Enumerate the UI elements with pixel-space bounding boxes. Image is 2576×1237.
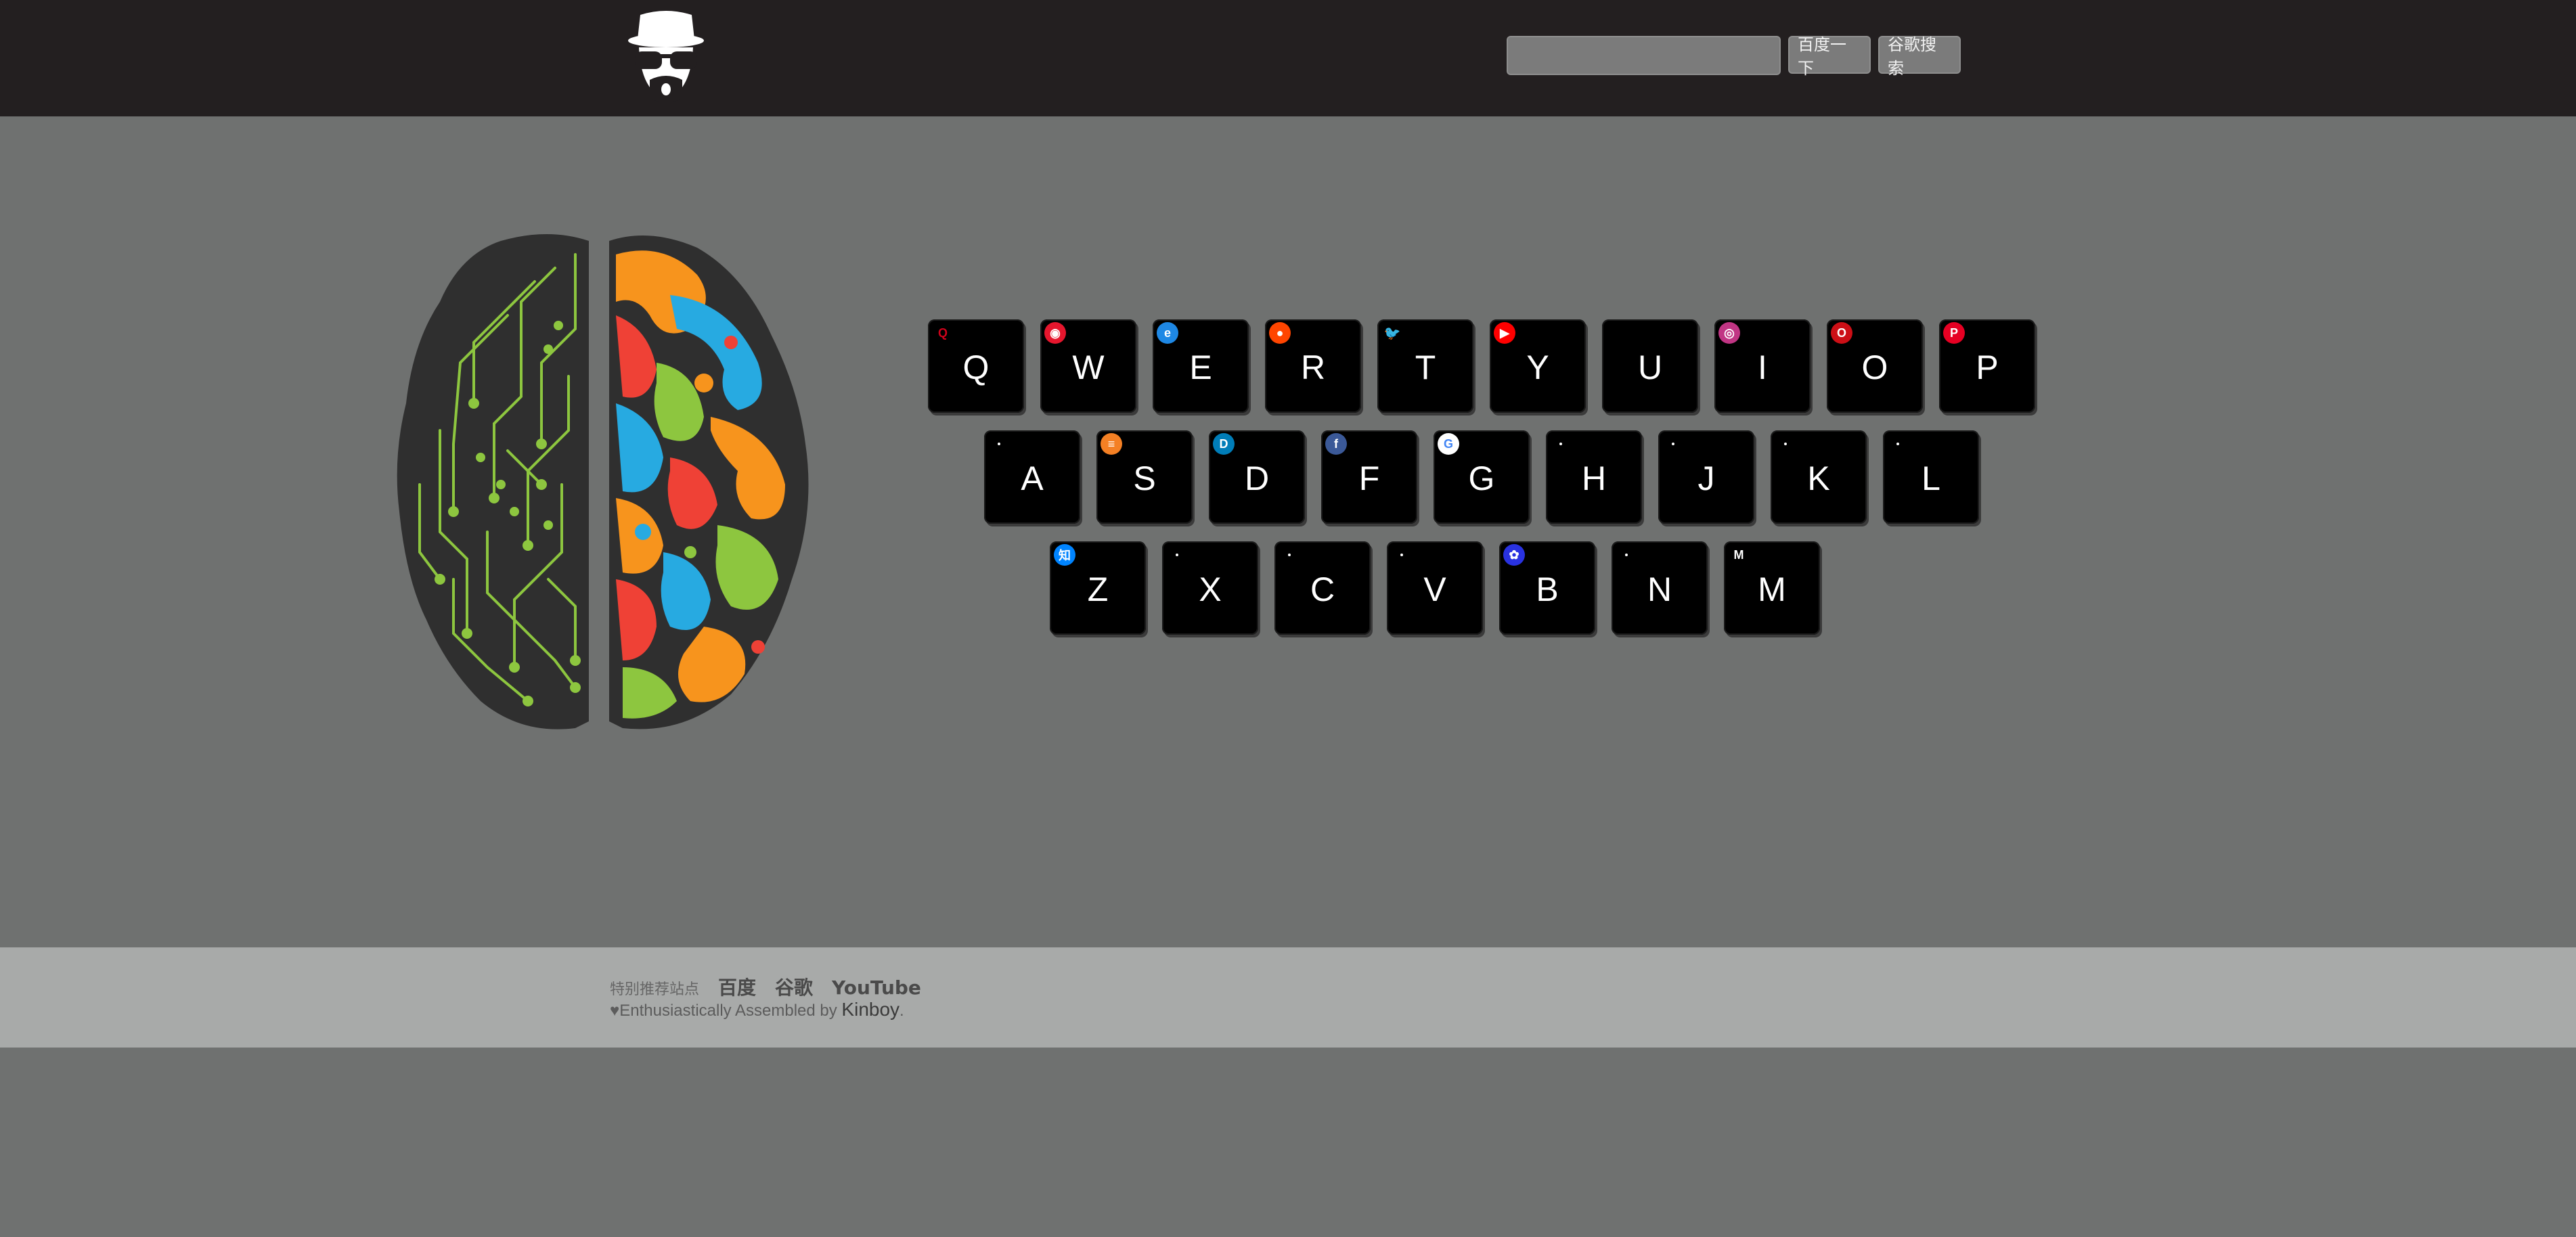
dot-icon bbox=[988, 433, 1010, 455]
facebook-icon: f bbox=[1325, 433, 1347, 455]
dell-icon: D bbox=[1213, 433, 1235, 455]
key-k[interactable]: K bbox=[1771, 430, 1867, 524]
dot-icon bbox=[1662, 433, 1684, 455]
key-letter: C bbox=[1310, 570, 1335, 608]
key-letter: Q bbox=[962, 348, 990, 386]
dot-icon bbox=[1775, 433, 1796, 455]
key-u[interactable]: U bbox=[1602, 319, 1698, 413]
key-letter: I bbox=[1758, 348, 1767, 386]
dot-icon bbox=[1887, 433, 1909, 455]
key-letter: X bbox=[1199, 570, 1222, 608]
stackoverflow-icon: ≡ bbox=[1101, 433, 1122, 455]
qq-icon: Q bbox=[937, 325, 948, 340]
footer-link-baidu[interactable]: 百度 bbox=[718, 973, 756, 1000]
key-h[interactable]: H bbox=[1546, 430, 1642, 524]
e-icon: e bbox=[1157, 322, 1178, 344]
pinterest-icon: P bbox=[1943, 322, 1965, 344]
blank-icon bbox=[1606, 322, 1628, 344]
key-j[interactable]: J bbox=[1658, 430, 1754, 524]
key-p[interactable]: PP bbox=[1939, 319, 2035, 413]
key-letter: N bbox=[1647, 570, 1672, 608]
key-letter: B bbox=[1536, 570, 1559, 608]
opera-icon: O bbox=[1831, 322, 1852, 344]
recommended-sites: 特别推荐站点 百度 谷歌 YouTube bbox=[610, 973, 921, 1000]
baidu-icon: ✿ bbox=[1503, 544, 1525, 566]
key-w[interactable]: ◉ W bbox=[1040, 319, 1136, 413]
footer-link-google[interactable]: 谷歌 bbox=[775, 973, 813, 1000]
recommended-label: 特别推荐站点 bbox=[610, 981, 700, 998]
medium-icon: M bbox=[1733, 547, 1744, 562]
dot-icon bbox=[1279, 544, 1300, 566]
key-c[interactable]: C bbox=[1274, 541, 1371, 635]
key-letter: M bbox=[1758, 570, 1786, 608]
weibo-icon: ◉ bbox=[1044, 322, 1066, 344]
key-letter: V bbox=[1423, 570, 1446, 608]
key-m[interactable]: MM bbox=[1724, 541, 1820, 635]
key-letter: R bbox=[1300, 348, 1326, 386]
brain-illustration bbox=[397, 234, 809, 729]
google-search-button[interactable]: 谷歌搜索 bbox=[1878, 35, 1961, 78]
key-f[interactable]: fF bbox=[1321, 430, 1417, 524]
footer-link-youtube[interactable]: YouTube bbox=[832, 976, 921, 999]
key-letter: L bbox=[1922, 459, 1940, 497]
key-letter: T bbox=[1415, 348, 1436, 386]
keyboard-row-1: Q Q ◉ We E ● R 🐦 T ▶ Y U ◎ I O O P P bbox=[928, 319, 2051, 413]
youtube-icon: ▶ bbox=[1494, 322, 1515, 344]
key-g[interactable]: GG bbox=[1434, 430, 1530, 524]
key-d[interactable]: DD bbox=[1209, 430, 1305, 524]
key-letter: H bbox=[1581, 459, 1607, 497]
instagram-icon: ◎ bbox=[1718, 322, 1740, 344]
zhihu-icon: 知 bbox=[1054, 544, 1075, 566]
key-letter: A bbox=[1021, 459, 1044, 497]
key-r[interactable]: ● R bbox=[1265, 319, 1361, 413]
key-letter: D bbox=[1244, 459, 1270, 497]
credit-suffix: . bbox=[900, 1002, 904, 1020]
footer: 特别推荐站点 百度 谷歌 YouTube ♥Enthusiastically A… bbox=[0, 947, 2576, 1048]
dot-icon bbox=[1166, 544, 1188, 566]
key-letter: K bbox=[1807, 459, 1830, 497]
dot-icon bbox=[1550, 433, 1572, 455]
key-letter: O bbox=[1861, 348, 1888, 386]
key-letter: E bbox=[1189, 348, 1212, 386]
key-n[interactable]: N bbox=[1612, 541, 1708, 635]
dot-icon bbox=[1391, 544, 1413, 566]
dot-icon bbox=[1616, 544, 1637, 566]
baidu-search-button[interactable]: 百度一下 bbox=[1788, 35, 1871, 78]
keyboard-row-3: 知 Z X C V ✿ B N M M bbox=[1050, 541, 1836, 635]
top-bar: 百度一下 谷歌搜索 bbox=[0, 0, 2576, 116]
key-t[interactable]: 🐦 T bbox=[1377, 319, 1473, 413]
key-z[interactable]: 知Z bbox=[1050, 541, 1146, 635]
author-link[interactable]: Kinboy bbox=[841, 999, 900, 1020]
twitter-icon: 🐦 bbox=[1383, 325, 1401, 341]
key-letter: G bbox=[1468, 459, 1495, 497]
credit-line: ♥Enthusiastically Assembled by Kinboy. bbox=[610, 999, 904, 1020]
logo-icon[interactable] bbox=[625, 9, 707, 104]
key-l[interactable]: L bbox=[1883, 430, 1979, 524]
key-letter: U bbox=[1637, 348, 1663, 386]
key-a[interactable]: A bbox=[984, 430, 1080, 524]
search-input[interactable] bbox=[1507, 36, 1781, 75]
key-letter: Y bbox=[1526, 348, 1549, 386]
key-v[interactable]: V bbox=[1387, 541, 1483, 635]
credit-prefix: ♥Enthusiastically Assembled by bbox=[610, 1002, 842, 1020]
key-i[interactable]: ◎ I bbox=[1714, 319, 1811, 413]
key-x[interactable]: X bbox=[1162, 541, 1258, 635]
keyboard-row-2: A ≡ S D Df F G G H J K L bbox=[984, 430, 1995, 524]
key-b[interactable]: ✿ B bbox=[1499, 541, 1595, 635]
key-letter: W bbox=[1072, 348, 1105, 386]
key-s[interactable]: ≡ S bbox=[1096, 430, 1193, 524]
reddit-icon: ● bbox=[1269, 322, 1291, 344]
key-letter: F bbox=[1358, 459, 1380, 497]
key-y[interactable]: ▶ Y bbox=[1490, 319, 1586, 413]
google-icon: G bbox=[1438, 433, 1459, 455]
key-o[interactable]: OO bbox=[1827, 319, 1923, 413]
key-letter: P bbox=[1976, 348, 1999, 386]
key-letter: Z bbox=[1087, 570, 1109, 608]
key-letter: S bbox=[1133, 459, 1156, 497]
key-e[interactable]: eE bbox=[1153, 319, 1249, 413]
key-q[interactable]: QQ bbox=[928, 319, 1024, 413]
key-letter: J bbox=[1697, 459, 1715, 497]
